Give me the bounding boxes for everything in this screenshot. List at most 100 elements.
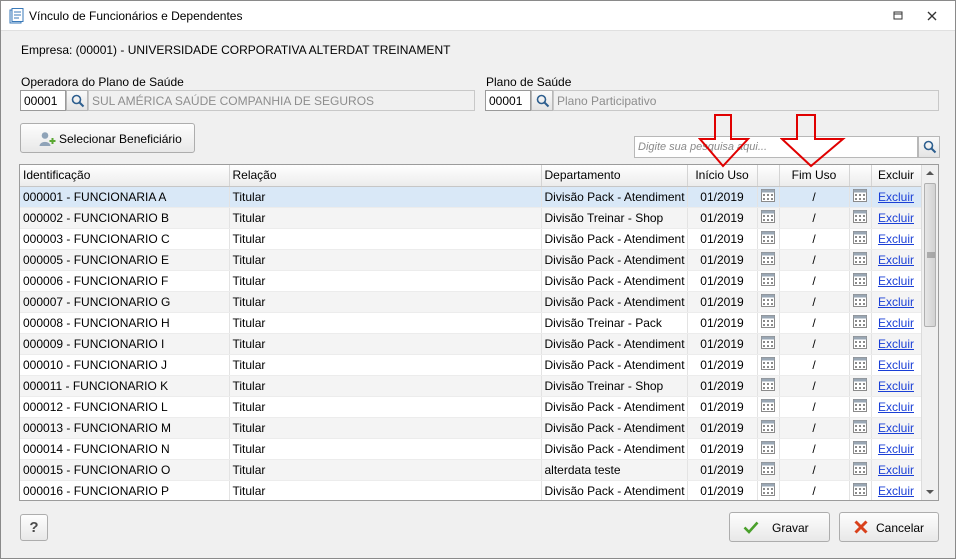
- cell-inicio-uso[interactable]: 01/2019: [687, 207, 758, 229]
- cell-inicio-uso[interactable]: 01/2019: [687, 354, 758, 376]
- table-row[interactable]: 000014 - FUNCIONARIO N Titular Divisão Pac…: [20, 438, 922, 460]
- fim-calendar-button[interactable]: [849, 396, 872, 418]
- calendar-icon[interactable]: [853, 335, 867, 352]
- cell-inicio-uso[interactable]: 01/2019: [687, 375, 758, 397]
- scroll-down-icon[interactable]: [922, 483, 938, 500]
- calendar-icon[interactable]: [853, 209, 867, 226]
- cell-fim-uso[interactable]: /: [779, 249, 850, 271]
- calendar-icon[interactable]: [853, 188, 867, 205]
- calendar-icon[interactable]: [761, 209, 775, 226]
- inicio-calendar-button[interactable]: [757, 249, 780, 271]
- table-row[interactable]: 000007 - FUNCIONARIO G Titular Divisão Pac…: [20, 291, 922, 313]
- cell-fim-uso[interactable]: /: [779, 354, 850, 376]
- delete-link[interactable]: Excluir: [878, 253, 914, 267]
- table-row[interactable]: 000005 - FUNCIONARIO E Titular Divisão Pac…: [20, 249, 922, 271]
- fim-calendar-button[interactable]: [849, 459, 872, 481]
- calendar-icon[interactable]: [761, 272, 775, 289]
- calendar-icon[interactable]: [853, 356, 867, 373]
- calendar-icon[interactable]: [761, 461, 775, 478]
- table-row[interactable]: 000013 - FUNCIONARIO M Titular Divisão Pac…: [20, 417, 922, 439]
- inicio-calendar-button[interactable]: [757, 270, 780, 292]
- inicio-calendar-button[interactable]: [757, 333, 780, 355]
- delete-link[interactable]: Excluir: [878, 337, 914, 351]
- table-row[interactable]: 000002 - FUNCIONARIO B Titular Divisão Tre…: [20, 207, 922, 229]
- calendar-icon[interactable]: [853, 461, 867, 478]
- calendar-icon[interactable]: [853, 272, 867, 289]
- table-row[interactable]: 000009 - FUNCIONARIO I Titular Divisão Pac…: [20, 333, 922, 355]
- grid-search-button[interactable]: [918, 136, 940, 158]
- delete-link[interactable]: Excluir: [878, 484, 914, 498]
- fim-calendar-button[interactable]: [849, 375, 872, 397]
- scroll-up-icon[interactable]: [922, 165, 938, 182]
- cell-fim-uso[interactable]: /: [779, 375, 850, 397]
- fim-calendar-button[interactable]: [849, 249, 872, 271]
- table-row[interactable]: 000011 - FUNCIONARIO K Titular Divisão Tre…: [20, 375, 922, 397]
- cell-inicio-uso[interactable]: 01/2019: [687, 417, 758, 439]
- fim-calendar-button[interactable]: [849, 354, 872, 376]
- calendar-icon[interactable]: [761, 335, 775, 352]
- cell-inicio-uso[interactable]: 01/2019: [687, 459, 758, 481]
- fim-calendar-button[interactable]: [849, 333, 872, 355]
- column-header[interactable]: [849, 165, 872, 187]
- cell-fim-uso[interactable]: /: [779, 438, 850, 460]
- cell-inicio-uso[interactable]: 01/2019: [687, 186, 758, 208]
- delete-link[interactable]: Excluir: [878, 442, 914, 456]
- plano-search-button[interactable]: [531, 90, 553, 111]
- delete-link[interactable]: Excluir: [878, 463, 914, 477]
- column-header[interactable]: Departamento: [541, 165, 688, 187]
- calendar-icon[interactable]: [761, 251, 775, 268]
- column-header[interactable]: [757, 165, 780, 187]
- fim-calendar-button[interactable]: [849, 228, 872, 250]
- cell-fim-uso[interactable]: /: [779, 186, 850, 208]
- calendar-icon[interactable]: [761, 398, 775, 415]
- delete-link[interactable]: Excluir: [878, 379, 914, 393]
- delete-link[interactable]: Excluir: [878, 400, 914, 414]
- calendar-icon[interactable]: [761, 230, 775, 247]
- table-row[interactable]: 000003 - FUNCIONARIO C Titular Divisão Pac…: [20, 228, 922, 250]
- calendar-icon[interactable]: [853, 419, 867, 436]
- fim-calendar-button[interactable]: [849, 480, 872, 500]
- calendar-icon[interactable]: [761, 356, 775, 373]
- grid-vertical-scrollbar[interactable]: [921, 165, 938, 500]
- cell-inicio-uso[interactable]: 01/2019: [687, 228, 758, 250]
- cell-fim-uso[interactable]: /: [779, 228, 850, 250]
- operadora-code-input[interactable]: [20, 90, 66, 111]
- inicio-calendar-button[interactable]: [757, 228, 780, 250]
- calendar-icon[interactable]: [853, 398, 867, 415]
- cell-fim-uso[interactable]: /: [779, 396, 850, 418]
- table-row[interactable]: 000001 - FUNCIONARIA A Titular Divisão Pac…: [20, 186, 922, 208]
- column-header[interactable]: Identificação: [20, 165, 230, 187]
- inicio-calendar-button[interactable]: [757, 417, 780, 439]
- calendar-icon[interactable]: [761, 293, 775, 310]
- plano-code-input[interactable]: [485, 90, 531, 111]
- calendar-icon[interactable]: [853, 293, 867, 310]
- calendar-icon[interactable]: [761, 440, 775, 457]
- calendar-icon[interactable]: [761, 314, 775, 331]
- fim-calendar-button[interactable]: [849, 207, 872, 229]
- select-beneficiary-button[interactable]: Selecionar Beneficiário: [20, 123, 195, 153]
- inicio-calendar-button[interactable]: [757, 291, 780, 313]
- cell-fim-uso[interactable]: /: [779, 480, 850, 500]
- calendar-icon[interactable]: [761, 419, 775, 436]
- calendar-icon[interactable]: [853, 230, 867, 247]
- inicio-calendar-button[interactable]: [757, 459, 780, 481]
- fim-calendar-button[interactable]: [849, 291, 872, 313]
- fim-calendar-button[interactable]: [849, 438, 872, 460]
- table-row[interactable]: 000012 - FUNCIONARIO L Titular Divisão Pac…: [20, 396, 922, 418]
- delete-link[interactable]: Excluir: [878, 190, 914, 204]
- delete-link[interactable]: Excluir: [878, 316, 914, 330]
- calendar-icon[interactable]: [853, 314, 867, 331]
- table-row[interactable]: 000008 - FUNCIONARIO H Titular Divisão Tre…: [20, 312, 922, 334]
- cell-fim-uso[interactable]: /: [779, 270, 850, 292]
- cell-fim-uso[interactable]: /: [779, 291, 850, 313]
- cell-inicio-uso[interactable]: 01/2019: [687, 270, 758, 292]
- column-header[interactable]: Relação: [229, 165, 542, 187]
- cell-inicio-uso[interactable]: 01/2019: [687, 438, 758, 460]
- cell-inicio-uso[interactable]: 01/2019: [687, 249, 758, 271]
- inicio-calendar-button[interactable]: [757, 312, 780, 334]
- inicio-calendar-button[interactable]: [757, 375, 780, 397]
- delete-link[interactable]: Excluir: [878, 421, 914, 435]
- operadora-search-button[interactable]: [66, 90, 88, 111]
- inicio-calendar-button[interactable]: [757, 207, 780, 229]
- cell-inicio-uso[interactable]: 01/2019: [687, 480, 758, 500]
